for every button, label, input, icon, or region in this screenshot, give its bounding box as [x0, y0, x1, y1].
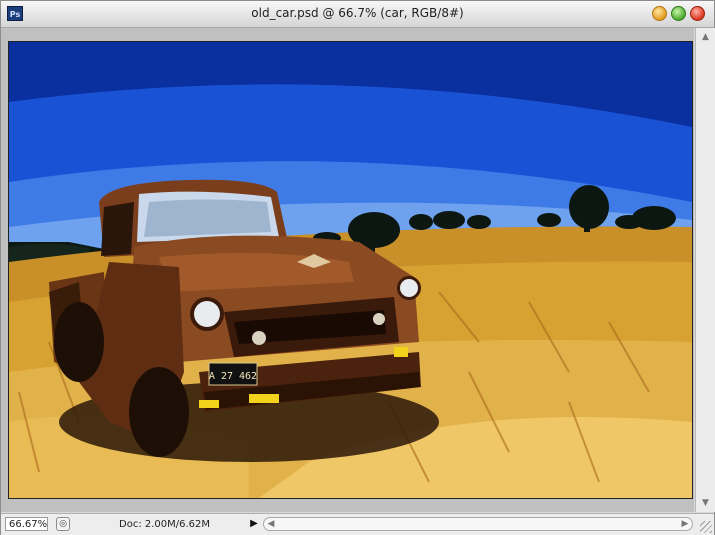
window-title: old_car.psd @ 66.7% (car, RGB/8#): [251, 6, 464, 20]
status-menu-arrow-icon[interactable]: ▶: [247, 517, 261, 531]
old-truck-image: A 27 462: [9, 42, 692, 498]
scroll-right-icon[interactable]: ▶: [679, 518, 691, 530]
status-bar: 66.67% ◎ Doc: 2.00M/6.62M ▶ ◀ ▶: [1, 513, 714, 535]
maximize-icon[interactable]: [671, 6, 686, 21]
vertical-scrollbar[interactable]: ▲ ▼: [695, 28, 715, 512]
doc-info-text: Doc: 2.00M/6.62M: [119, 519, 211, 530]
resize-grip-icon[interactable]: [700, 521, 712, 533]
scroll-left-icon[interactable]: ◀: [265, 518, 277, 530]
gpu-status-icon[interactable]: ◎: [56, 517, 70, 531]
license-plate-text: A 27 462: [209, 371, 257, 382]
minimize-icon[interactable]: [652, 6, 667, 21]
scroll-up-icon[interactable]: ▲: [699, 31, 712, 43]
horizontal-scrollbar[interactable]: ◀ ▶: [263, 517, 693, 531]
close-icon[interactable]: [690, 6, 705, 21]
document-image[interactable]: A 27 462: [8, 41, 693, 499]
zoom-level-field[interactable]: 66.67%: [5, 517, 48, 531]
scroll-down-icon[interactable]: ▼: [699, 497, 712, 509]
document-window: Ps old_car.psd @ 66.7% (car, RGB/8#) A 2…: [0, 0, 715, 535]
canvas-area[interactable]: A 27 462: [1, 28, 694, 512]
title-bar[interactable]: Ps old_car.psd @ 66.7% (car, RGB/8#): [1, 1, 714, 28]
